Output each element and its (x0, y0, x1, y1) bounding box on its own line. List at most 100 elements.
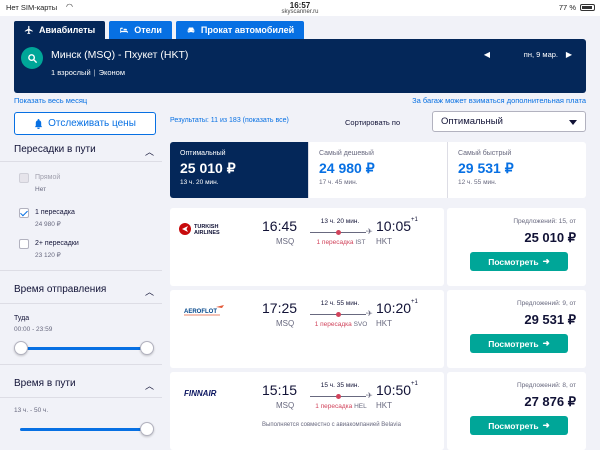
option-price: 23 120 ₽ (35, 252, 61, 259)
next-date-icon[interactable]: ▶ (566, 50, 572, 59)
sort-tab-price: 25 010 ₽ (180, 160, 236, 176)
departure-range-text: 00:00 - 23:59 (14, 326, 53, 333)
search-button[interactable] (21, 47, 43, 69)
option-label: Прямой (35, 174, 61, 181)
flight-card[interactable]: TURKISH AIRLINES 16:45 MSQ 13 ч. 20 мин.… (170, 208, 586, 286)
flight-duration: 13 ч. 20 мин. (320, 218, 360, 225)
arrival-time-value: 10:05 (376, 218, 412, 234)
transfers-filter-header[interactable]: Пересадки в пути ︿ (14, 144, 156, 158)
stop-airport: SVO (353, 321, 368, 328)
sort-tab-cheapest[interactable]: Самый дешевый 24 980 ₽ 17 ч. 45 мин. (309, 142, 448, 198)
sort-label: Сортировать по (345, 118, 401, 127)
track-prices-button[interactable]: Отслеживать цены (14, 112, 156, 135)
nav-tabs: Авиабилеты Отели Прокат автомобилей (14, 21, 305, 39)
stops-count: 1 пересадка (315, 403, 353, 410)
stop-dot (336, 394, 341, 399)
tab-car-hire[interactable]: Прокат автомобилей (175, 21, 305, 39)
view-deal-button[interactable]: Посмотреть ➜ (470, 416, 568, 435)
arrival-time: 10:05+1 (376, 217, 418, 234)
checkbox-two-plus[interactable] (19, 239, 29, 249)
route-line (310, 312, 366, 317)
sort-tab-label: Самый быстрый (458, 150, 512, 157)
arrival-airport: HKT (376, 237, 392, 246)
flight-itinerary[interactable]: AEROFLOT 17:25 MSQ 12 ч. 55 мин. ✈ 1 пер… (170, 290, 444, 368)
checkbox-direct[interactable] (19, 173, 29, 183)
battery-icon (580, 4, 595, 11)
sort-tabs: Оптимальный 25 010 ₽ 13 ч. 20 мин. Самый… (170, 142, 586, 198)
sort-tab-fastest[interactable]: Самый быстрый 29 531 ₽ 12 ч. 55 мин. (448, 142, 586, 198)
departure-filter-header[interactable]: Время отправления ︿ (14, 284, 156, 298)
view-deal-label: Посмотреть (488, 338, 539, 349)
sort-tab-label: Оптимальный (180, 150, 226, 157)
sort-select-value: Оптимальный (441, 116, 503, 127)
passengers-text: 1 взрослый (51, 68, 91, 77)
flight-price-panel: Предложений: 8, от 27 876 ₽ Посмотреть ➜ (447, 372, 586, 450)
battery-percent: 77 % (558, 3, 576, 12)
logo-text-line: FINNAIR (184, 389, 217, 398)
departure-airport: MSQ (276, 237, 295, 246)
date-text[interactable]: пн, 9 мар. (524, 50, 558, 59)
flight-card[interactable]: FINNAIR 15:15 MSQ 15 ч. 35 мин. ✈ 1 пере… (170, 372, 586, 450)
filter-option-direct[interactable]: Прямой Нет (19, 173, 60, 195)
bed-icon (120, 27, 128, 33)
duration-filter-header[interactable]: Время в пути ︿ (14, 378, 156, 392)
departure-airport: MSQ (276, 401, 295, 410)
sort-tab-label: Самый дешевый (319, 150, 374, 157)
tab-car-hire-label: Прокат автомобилей (200, 25, 295, 35)
flight-price-panel: Предложений: 9, от 29 531 ₽ Посмотреть ➜ (447, 290, 586, 368)
arrow-right-icon: ➜ (542, 420, 550, 430)
view-deal-label: Посмотреть (488, 256, 539, 267)
arrival-time-value: 10:20 (376, 300, 412, 316)
next-day-indicator: +1 (411, 217, 418, 223)
show-month-link[interactable]: Показать весь месяц (14, 96, 87, 105)
route-text: Минск (MSQ) - Пхукет (HKT) (51, 49, 189, 61)
route-line (310, 230, 366, 235)
departure-slider-min-handle[interactable] (14, 341, 28, 355)
passenger-summary: 1 взрослый | Эконом (51, 68, 126, 77)
filter-option-two-plus[interactable]: 2+ пересадки 23 120 ₽ (19, 239, 79, 261)
tab-flights[interactable]: Авиабилеты (14, 21, 106, 39)
chevron-up-icon[interactable]: ︿ (145, 379, 154, 392)
results-count-link[interactable]: Результаты: 11 из 183 (показать все) (170, 117, 289, 124)
url-label: skyscanner.ru (281, 9, 319, 15)
checkbox-one-stop[interactable] (19, 208, 29, 218)
sort-tab-best[interactable]: Оптимальный 25 010 ₽ 13 ч. 20 мин. (170, 142, 309, 198)
departure-slider-track[interactable] (20, 347, 148, 350)
divider (0, 270, 162, 271)
view-deal-button[interactable]: Посмотреть ➜ (470, 252, 568, 271)
departure-filter-title: Время отправления (14, 284, 107, 295)
divider (0, 303, 162, 304)
flight-itinerary[interactable]: FINNAIR 15:15 MSQ 15 ч. 35 мин. ✈ 1 пере… (170, 372, 444, 450)
duration-slider-max-handle[interactable] (140, 422, 154, 436)
stops-count: 1 пересадка (314, 321, 352, 328)
sort-select[interactable]: Оптимальный (432, 111, 586, 132)
arrival-time: 10:50+1 (376, 381, 418, 398)
plane-icon (24, 25, 33, 35)
chevron-up-icon[interactable]: ︿ (145, 145, 154, 158)
plane-icon: ✈ (366, 309, 373, 318)
offers-count: Предложений: 9, от (516, 300, 576, 307)
baggage-fee-link[interactable]: За багаж может взиматься дополнительная … (412, 96, 586, 105)
prev-date-icon[interactable]: ◀ (484, 50, 490, 59)
logo-text-line: AIRLINES (194, 230, 220, 236)
next-day-indicator: +1 (411, 299, 418, 305)
arrival-airport: HKT (376, 401, 392, 410)
caret-down-icon (569, 120, 577, 125)
option-price: Нет (35, 186, 47, 193)
route-line (310, 394, 366, 399)
search-summary[interactable]: Минск (MSQ) - Пхукет (HKT) 1 взрослый | Эк… (14, 39, 586, 93)
arrival-airport: HKT (376, 319, 392, 328)
sort-tab-duration: 17 ч. 45 мин. (319, 179, 358, 186)
duration-slider-track[interactable] (20, 428, 148, 431)
chevron-up-icon[interactable]: ︿ (145, 285, 154, 298)
flight-itinerary[interactable]: TURKISH AIRLINES 16:45 MSQ 13 ч. 20 мин.… (170, 208, 444, 286)
duration-range-text: 13 ч. - 50 ч. (14, 407, 49, 414)
stop-airport: HEL (354, 403, 367, 410)
flight-card[interactable]: AEROFLOT 17:25 MSQ 12 ч. 55 мин. ✈ 1 пер… (170, 290, 586, 368)
tab-flights-label: Авиабилеты (39, 25, 96, 35)
filter-option-one-stop[interactable]: 1 пересадка 24 980 ₽ (19, 208, 75, 230)
divider (0, 364, 162, 365)
tab-hotels[interactable]: Отели (109, 21, 172, 39)
view-deal-button[interactable]: Посмотреть ➜ (470, 334, 568, 353)
departure-slider-max-handle[interactable] (140, 341, 154, 355)
